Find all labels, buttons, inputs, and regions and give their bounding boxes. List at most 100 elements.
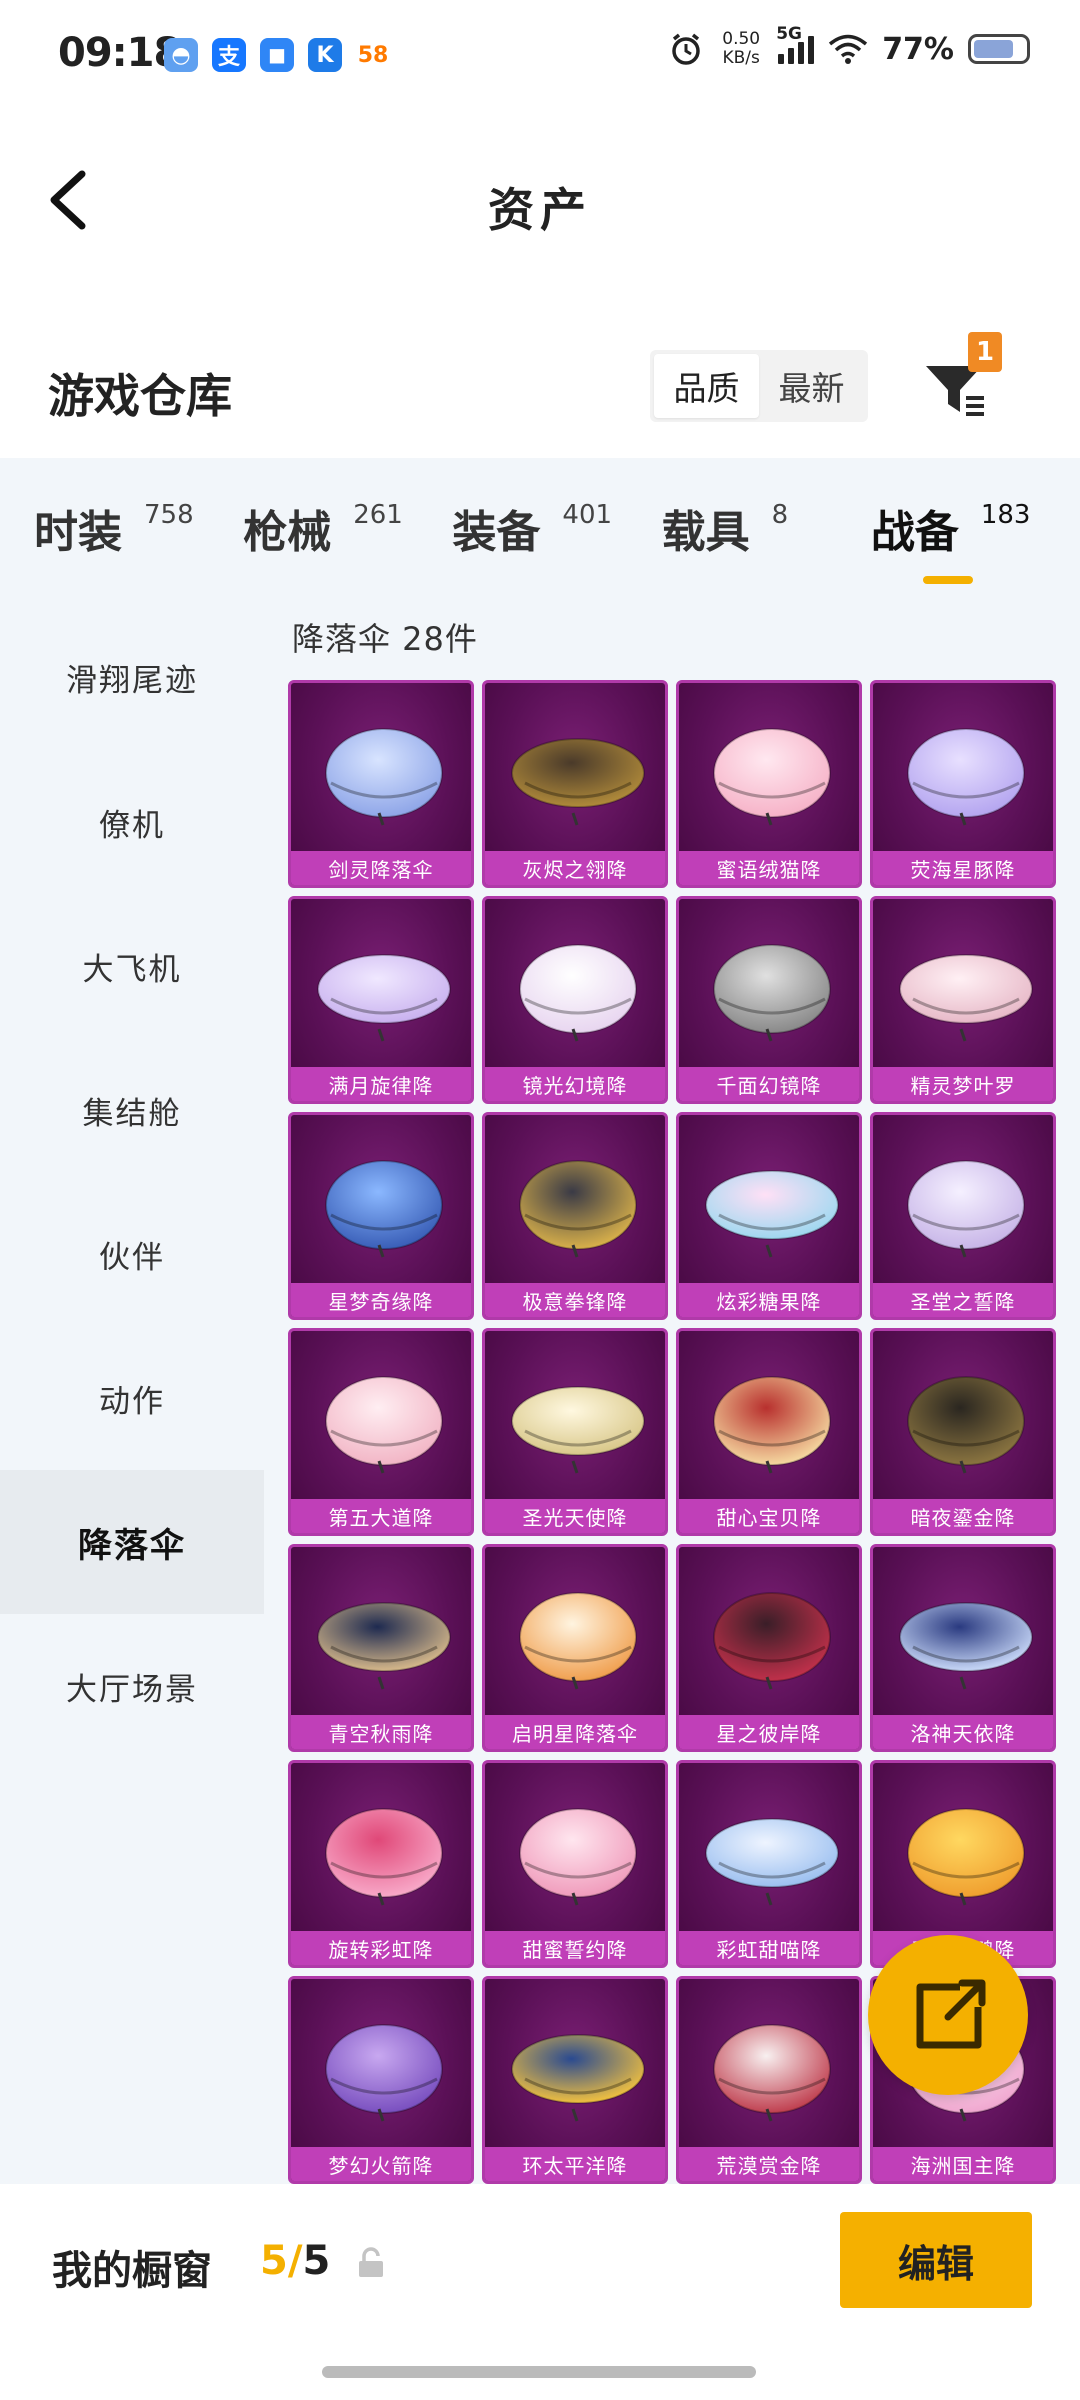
sidebar-item-1[interactable]: 僚机 xyxy=(0,750,264,894)
parachute-name: 暗夜鎏金降 xyxy=(873,1499,1053,1533)
filter-button[interactable]: 1 xyxy=(920,332,1020,432)
parachute-icon xyxy=(907,1376,1025,1474)
parachute-item[interactable]: 甜心宝贝降 xyxy=(676,1328,862,1536)
parachute-icon xyxy=(511,2034,645,2122)
parachute-item[interactable]: 精灵梦叶罗 xyxy=(870,896,1056,1104)
parachute-item[interactable]: 环太平洋降 xyxy=(482,1976,668,2184)
sidebar-item-3[interactable]: 集结舱 xyxy=(0,1038,264,1182)
tab-label: 战备 xyxy=(870,507,959,558)
parachute-icon xyxy=(511,738,645,826)
parachute-name: 灰烬之翎降 xyxy=(485,851,665,885)
parachute-icon xyxy=(899,1602,1033,1690)
parachute-item[interactable]: 荒漠赏金降 xyxy=(676,1976,862,2184)
parachute-icon xyxy=(325,2024,443,2122)
parachute-item[interactable]: 满月旋律降 xyxy=(288,896,474,1104)
showcase-count-used: 5 xyxy=(260,2238,288,2284)
parachute-icon xyxy=(899,954,1033,1042)
net-rate-value: 0.50 xyxy=(722,29,761,49)
parachute-name: 极意拳锋降 xyxy=(485,1283,665,1317)
chat-app-icon: ◼ xyxy=(260,38,294,72)
signal-icon: 5G xyxy=(776,24,815,64)
tab-1[interactable]: 枪械 261 xyxy=(243,458,452,604)
parachute-name: 千面幻镜降 xyxy=(679,1067,859,1101)
home-indicator[interactable] xyxy=(322,2366,756,2378)
parachute-name: 荒漠赏金降 xyxy=(679,2147,859,2181)
sidebar-item-7[interactable]: 大厅场景 xyxy=(0,1614,264,1758)
sort-newest-option[interactable]: 最新 xyxy=(759,354,864,418)
sidebar-item-5[interactable]: 动作 xyxy=(0,1326,264,1470)
parachute-item[interactable]: 炫彩糖果降 xyxy=(676,1112,862,1320)
parachute-item[interactable]: 星梦奇缘降 xyxy=(288,1112,474,1320)
parachute-icon xyxy=(907,1808,1025,1906)
tab-2[interactable]: 装备 401 xyxy=(452,458,661,604)
parachute-name: 满月旋律降 xyxy=(291,1067,471,1101)
parachute-icon xyxy=(519,944,637,1042)
parachute-name: 旋转彩虹降 xyxy=(291,1931,471,1965)
parachute-name: 青空秋雨降 xyxy=(291,1715,471,1749)
page-title: 资产 xyxy=(488,183,592,237)
share-icon xyxy=(916,1979,986,2049)
tab-label: 时装 xyxy=(34,507,122,558)
tab-count: 183 xyxy=(980,500,1031,530)
parachute-icon xyxy=(325,1808,443,1906)
edit-button[interactable]: 编辑 xyxy=(840,2212,1032,2308)
parachute-icon xyxy=(713,728,831,826)
parachute-item[interactable]: 星之彼岸降 xyxy=(676,1544,862,1752)
parachute-item[interactable]: 镜光幻境降 xyxy=(482,896,668,1104)
parachute-item[interactable]: 洛神天依降 xyxy=(870,1544,1056,1752)
parachute-item[interactable]: 极意拳锋降 xyxy=(482,1112,668,1320)
parachute-icon xyxy=(907,728,1025,826)
parachute-icon xyxy=(907,1160,1025,1258)
net-rate-unit: KB/s xyxy=(722,48,760,68)
battery-text: 77% xyxy=(882,31,954,67)
sidebar-item-2[interactable]: 大飞机 xyxy=(0,894,264,1038)
parachute-item[interactable]: 青空秋雨降 xyxy=(288,1544,474,1752)
parachute-item[interactable]: 彩虹甜喵降 xyxy=(676,1760,862,1968)
parachute-item[interactable]: 甜蜜誓约降 xyxy=(482,1760,668,1968)
clock: 09:18 xyxy=(58,30,181,76)
parachute-item[interactable]: 梦幻火箭降 xyxy=(288,1976,474,2184)
parachute-item[interactable]: 灰烬之翎降 xyxy=(482,680,668,888)
parachute-item[interactable]: 荧海星豚降 xyxy=(870,680,1056,888)
parachute-name: 星梦奇缘降 xyxy=(291,1283,471,1317)
lock-icon[interactable] xyxy=(354,2246,388,2280)
tab-0[interactable]: 时装 758 xyxy=(34,458,243,604)
filter-badge: 1 xyxy=(968,332,1002,372)
tab-count: 8 xyxy=(771,500,789,530)
tab-label: 装备 xyxy=(452,507,541,558)
parachute-name: 第五大道降 xyxy=(291,1499,471,1533)
tab-3[interactable]: 载具 8 xyxy=(662,458,871,604)
parachute-item[interactable]: 第五大道降 xyxy=(288,1328,474,1536)
parachute-name: 精灵梦叶罗 xyxy=(873,1067,1053,1101)
parachute-item[interactable]: 暗夜鎏金降 xyxy=(870,1328,1056,1536)
parachute-item[interactable]: 旋转彩虹降 xyxy=(288,1760,474,1968)
share-button[interactable] xyxy=(868,1935,1028,2095)
showcase-count: 5/5 xyxy=(260,2238,330,2284)
sidebar-item-6[interactable]: 降落伞 xyxy=(0,1470,264,1614)
parachute-item[interactable]: 剑灵降落伞 xyxy=(288,680,474,888)
parachute-name: 洛神天依降 xyxy=(873,1715,1053,1749)
parachute-item[interactable]: 蜜语绒猫降 xyxy=(676,680,862,888)
sort-toggle: 品质 最新 xyxy=(650,350,868,422)
parachute-icon xyxy=(511,1386,645,1474)
parachute-item[interactable]: 圣堂之誓降 xyxy=(870,1112,1056,1320)
category-tabs: 时装 758 枪械 261 装备 401 载具 8 战备 183 xyxy=(0,458,1080,604)
parachute-icon xyxy=(325,1160,443,1258)
parachute-item[interactable]: 千面幻镜降 xyxy=(676,896,862,1104)
parachute-item[interactable]: 圣光天使降 xyxy=(482,1328,668,1536)
showcase-title: 我的橱窗 xyxy=(52,2248,212,2294)
sidebar-item-0[interactable]: 滑翔尾迹 xyxy=(0,604,264,750)
parachute-name: 环太平洋降 xyxy=(485,2147,665,2181)
tab-4[interactable]: 战备 183 xyxy=(871,458,1080,604)
sidebar-item-4[interactable]: 伙伴 xyxy=(0,1182,264,1326)
parachute-name: 彩虹甜喵降 xyxy=(679,1931,859,1965)
parachute-icon xyxy=(713,944,831,1042)
parachute-icon xyxy=(713,1376,831,1474)
showcase-count-sep: / xyxy=(287,2238,303,2284)
parachute-item[interactable]: 启明星降落伞 xyxy=(482,1544,668,1752)
parachute-name: 圣堂之誓降 xyxy=(873,1283,1053,1317)
parachute-name: 剑灵降落伞 xyxy=(291,851,471,885)
tab-count: 261 xyxy=(353,500,403,530)
parachute-name: 梦幻火箭降 xyxy=(291,2147,471,2181)
sort-quality-option[interactable]: 品质 xyxy=(654,354,759,418)
